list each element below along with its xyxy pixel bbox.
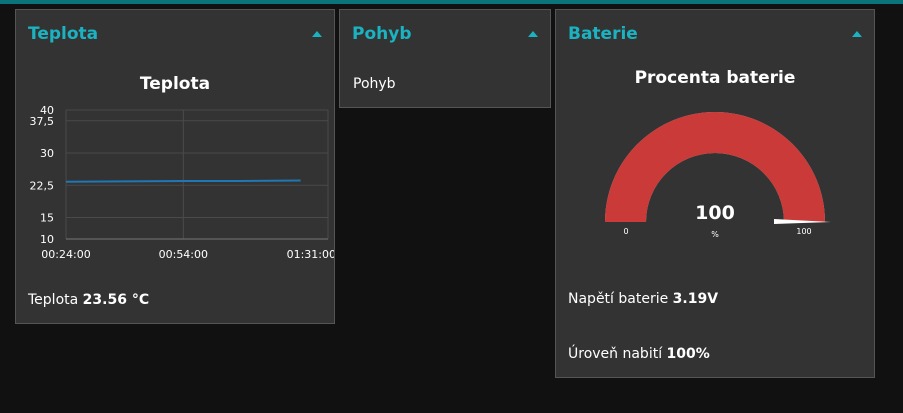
- pohyb-label: Pohyb: [353, 76, 396, 92]
- y-tick-label: 22,5: [30, 179, 55, 192]
- y-tick-label: 30: [40, 147, 54, 160]
- battery-gauge: 100 % 0 100: [605, 112, 831, 239]
- voltage-value: 3.19V: [672, 291, 719, 307]
- x-tick-label: 01:31:00: [287, 248, 334, 260]
- series-line: [65, 179, 301, 183]
- charge-row: Úroveň nabití 100%: [568, 346, 710, 362]
- teplota-value-row: Teplota 23.56 °C: [28, 292, 149, 308]
- pohyb-card-header[interactable]: Pohyb: [340, 10, 550, 58]
- voltage-label: Napětí baterie: [568, 291, 669, 307]
- voltage-row: Napětí baterie 3.19V: [568, 291, 718, 307]
- caret-up-icon[interactable]: [852, 31, 862, 37]
- y-tick-label: 10: [40, 233, 54, 246]
- caret-up-icon[interactable]: [312, 31, 322, 37]
- gauge-title: Procenta baterie: [634, 68, 796, 88]
- teplota-chart: 101522,53037,540 00:24:00 00:54:00 01:31:0…: [30, 104, 335, 260]
- gauge-value: 100: [695, 202, 735, 224]
- pohyb-group-title: Pohyb: [352, 24, 412, 44]
- baterie-group-title: Baterie: [568, 24, 638, 44]
- x-tick-label: 00:24:00: [41, 248, 90, 260]
- teplota-value: 23.56 °C: [82, 292, 150, 308]
- teplota-value-label: Teplota: [28, 292, 79, 308]
- gauge-max-label: 100: [796, 227, 811, 236]
- y-tick-label: 15: [40, 212, 54, 225]
- x-tick-label: 00:54:00: [159, 248, 208, 260]
- teplota-chart-title: Teplota: [139, 74, 211, 94]
- baterie-card-header[interactable]: Baterie: [556, 10, 874, 58]
- caret-up-icon[interactable]: [528, 31, 538, 37]
- pohyb-card: Pohyb Pohyb: [339, 9, 551, 108]
- teplota-card-header[interactable]: Teplota: [16, 10, 334, 58]
- y-tick-label: 40: [40, 104, 54, 117]
- gauge-min-label: 0: [623, 227, 628, 236]
- gauge-units: %: [711, 230, 719, 239]
- teplota-group-title: Teplota: [28, 24, 99, 44]
- charge-label: Úroveň nabití: [568, 346, 663, 362]
- top-accent-bar: [0, 0, 903, 4]
- baterie-card: Baterie Procenta baterie 100 % 0 100 Nap…: [555, 9, 875, 378]
- teplota-card: Teplota Teplota 10 15 22,5 30 37,5 40 00:24:0…: [15, 9, 335, 324]
- charge-value: 100%: [666, 346, 710, 362]
